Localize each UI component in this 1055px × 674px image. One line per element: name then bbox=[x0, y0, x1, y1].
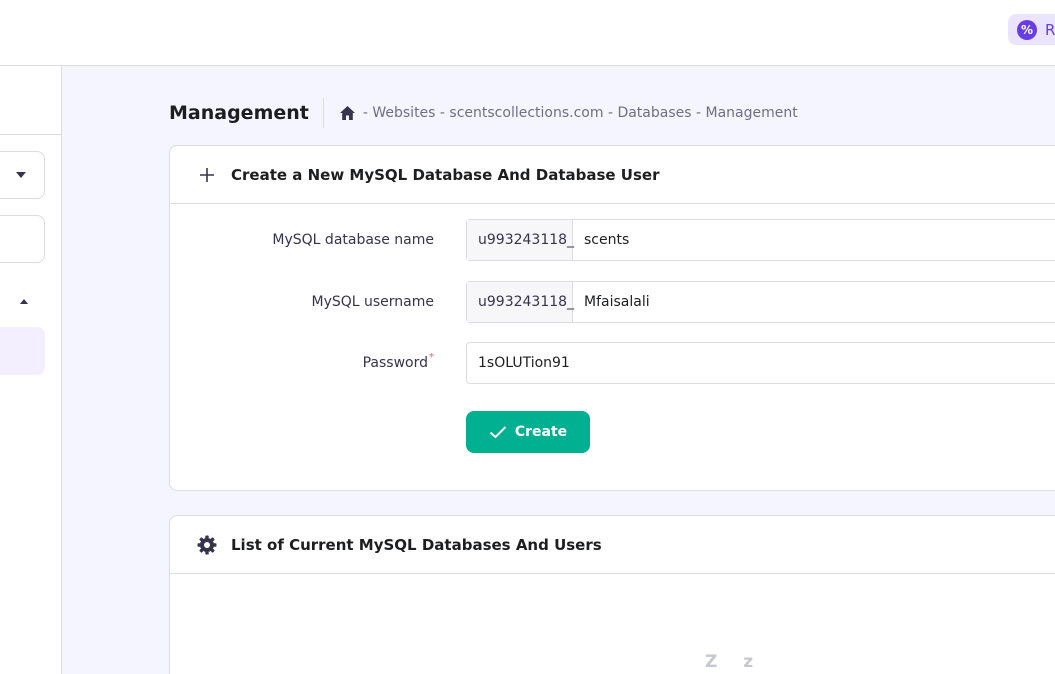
page-header: Management - Websites - scentscollection… bbox=[169, 97, 798, 129]
top-bar: % Refer bbox=[0, 0, 1055, 66]
db-name-field[interactable]: u993243118_ scents bbox=[466, 219, 1055, 261]
breadcrumb: - Websites - scentscollections.com - Dat… bbox=[362, 105, 798, 121]
db-name-row: MySQL database name u993243118_ scents bbox=[170, 219, 1055, 261]
password-row: Password * 1sOLUTion91 bbox=[170, 342, 1055, 384]
check-icon bbox=[489, 426, 507, 439]
create-button[interactable]: Create bbox=[466, 411, 590, 453]
username-prefix: u993243118_ bbox=[467, 282, 574, 322]
database-list-header: List of Current MySQL Databases And User… bbox=[170, 516, 1055, 574]
password-field[interactable]: 1sOLUTion91 bbox=[466, 342, 1055, 384]
referral-promo-button[interactable]: % Refer bbox=[1008, 14, 1055, 45]
db-name-input[interactable]: scents bbox=[573, 220, 629, 260]
plus-icon bbox=[197, 165, 217, 185]
page-title: Management bbox=[169, 102, 309, 124]
password-label-wrap: Password * bbox=[363, 342, 434, 384]
sidebar-item-active[interactable] bbox=[0, 327, 45, 375]
chevron-down-icon bbox=[16, 172, 26, 178]
create-database-header[interactable]: Create a New MySQL Database And Database… bbox=[170, 146, 1055, 204]
password-label: Password bbox=[362, 355, 428, 371]
percent-badge-icon: % bbox=[1017, 19, 1037, 40]
database-list-card: List of Current MySQL Databases And User… bbox=[169, 515, 1055, 674]
sidebar bbox=[0, 66, 62, 674]
gear-icon bbox=[197, 535, 217, 555]
sidebar-divider bbox=[0, 134, 62, 135]
home-icon[interactable] bbox=[339, 104, 357, 122]
db-name-prefix: u993243118_ bbox=[467, 220, 574, 260]
db-name-label: MySQL database name bbox=[272, 232, 434, 248]
username-input[interactable]: Mfaisalali bbox=[573, 282, 650, 322]
create-button-label: Create bbox=[514, 424, 568, 440]
promo-label: Refer bbox=[1045, 20, 1055, 39]
sidebar-search-input[interactable] bbox=[0, 215, 45, 263]
username-label: MySQL username bbox=[311, 294, 434, 310]
required-mark: * bbox=[429, 351, 434, 363]
header-divider bbox=[322, 98, 324, 128]
create-database-title: Create a New MySQL Database And Database… bbox=[231, 165, 660, 184]
create-database-card: Create a New MySQL Database And Database… bbox=[169, 145, 1055, 491]
database-list-title: List of Current MySQL Databases And User… bbox=[231, 535, 602, 554]
chevron-up-icon[interactable] bbox=[20, 299, 28, 304]
sidebar-website-selector[interactable] bbox=[0, 151, 45, 199]
password-input[interactable]: 1sOLUTion91 bbox=[467, 343, 570, 383]
username-field[interactable]: u993243118_ Mfaisalali bbox=[466, 281, 1055, 323]
empty-state-illustration: Z z bbox=[705, 652, 764, 672]
username-row: MySQL username u993243118_ Mfaisalali bbox=[170, 281, 1055, 323]
